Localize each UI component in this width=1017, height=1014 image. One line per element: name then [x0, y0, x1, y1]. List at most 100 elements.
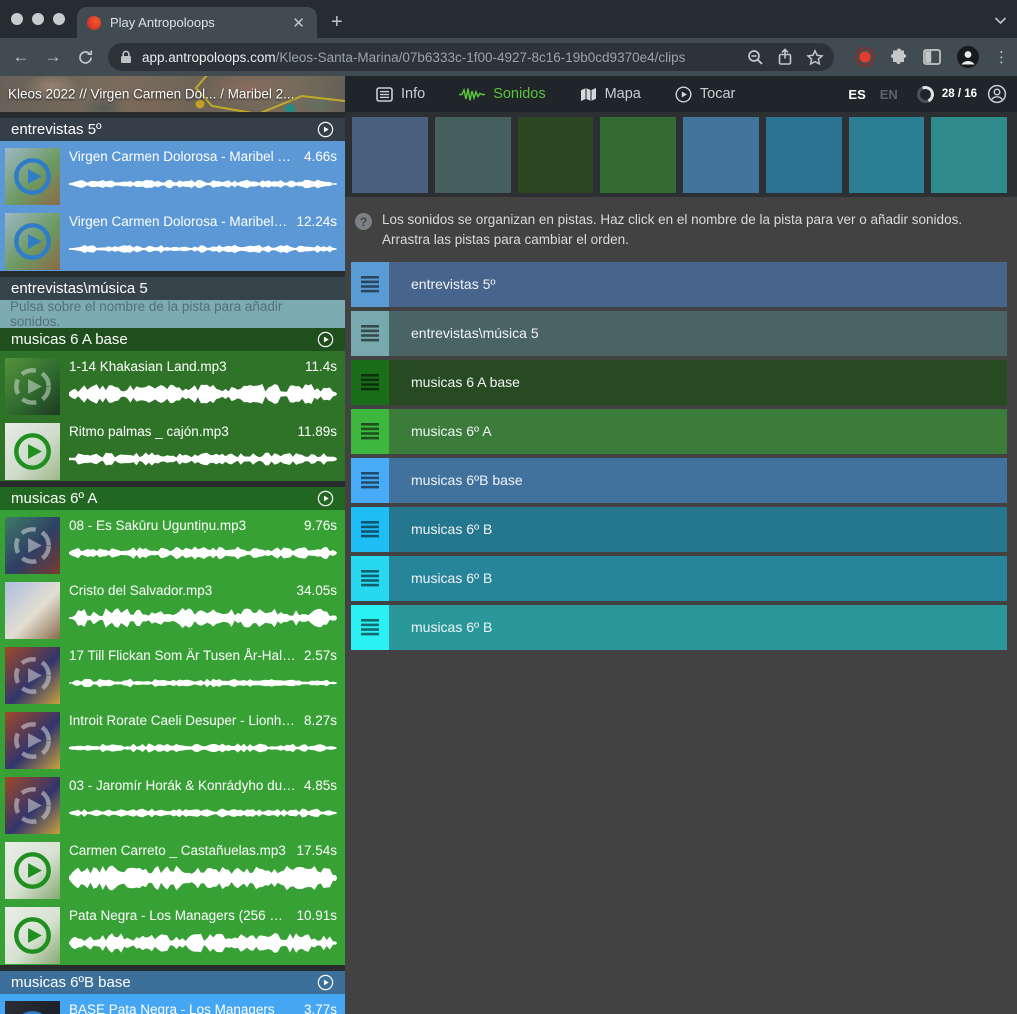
zoom-page-icon[interactable]: [747, 49, 764, 66]
clip[interactable]: 1-14 Khakasian Land.mp311.4s: [5, 357, 340, 416]
track-section-header[interactable]: musicas 6 A base: [0, 328, 345, 351]
track-row[interactable]: musicas 6º A: [351, 409, 1007, 454]
tab-info[interactable]: Info: [359, 76, 442, 112]
play-overlay-icon[interactable]: [5, 842, 60, 899]
track-section-title[interactable]: musicas 6 A base: [11, 331, 317, 348]
clip-thumbnail[interactable]: [5, 517, 60, 574]
clip[interactable]: 03 - Jaromír Horák & Konrádyho dudácká .…: [5, 776, 340, 835]
bookmark-star-icon[interactable]: [806, 49, 824, 66]
track-drag-handle[interactable]: [351, 360, 389, 405]
play-overlay-icon[interactable]: [5, 423, 60, 480]
clip-thumbnail[interactable]: [5, 213, 60, 270]
track-drag-handle[interactable]: [351, 409, 389, 454]
clip[interactable]: Cristo del Salvador.mp334.05s: [5, 581, 340, 640]
address-bar[interactable]: app.antropoloops.com/Kleos-Santa-Marina/…: [108, 43, 834, 71]
play-overlay-icon[interactable]: [5, 647, 60, 704]
new-tab-button[interactable]: +: [317, 12, 357, 38]
lang-es[interactable]: ES: [841, 87, 872, 102]
section-play-icon[interactable]: [317, 331, 334, 348]
tab-close-icon[interactable]: ✕: [290, 14, 307, 32]
play-overlay-icon[interactable]: [5, 517, 60, 574]
clip-thumbnail[interactable]: [5, 148, 60, 205]
track-section-title[interactable]: entrevistas 5º: [11, 121, 317, 138]
track-row-body[interactable]: musicas 6ºB base: [389, 458, 1007, 503]
track-section-title[interactable]: musicas 6º A: [11, 490, 317, 507]
browser-tab[interactable]: Play Antropoloops ✕: [77, 7, 317, 38]
clip-thumbnail[interactable]: [5, 842, 60, 899]
play-overlay-icon[interactable]: [5, 1001, 60, 1014]
minimize-window-button[interactable]: [32, 13, 44, 25]
track-row[interactable]: musicas 6º B: [351, 507, 1007, 552]
track-drag-handle[interactable]: [351, 311, 389, 356]
profile-avatar[interactable]: [956, 45, 980, 69]
clip-thumbnail[interactable]: [5, 423, 60, 480]
browser-menu-kebab-icon[interactable]: ⋮: [994, 48, 1009, 66]
track-section-title[interactable]: musicas 6ºB base: [11, 974, 317, 991]
clip-thumbnail[interactable]: [5, 777, 60, 834]
side-panel-icon[interactable]: [923, 49, 941, 65]
clip[interactable]: Introit Rorate Caeli Desuper - Lionheart…: [5, 711, 340, 770]
clip-thumbnail[interactable]: [5, 647, 60, 704]
forward-button[interactable]: →: [38, 42, 68, 72]
clip[interactable]: Ritmo palmas _ cajón.mp311.89s: [5, 422, 340, 481]
map-preview[interactable]: Kleos 2022 // Virgen Carmen Dol... / Mar…: [0, 76, 345, 112]
track-row-body[interactable]: musicas 6º B: [389, 605, 1007, 650]
play-overlay-icon[interactable]: [5, 358, 60, 415]
record-extension-icon[interactable]: [855, 47, 875, 67]
track-row[interactable]: musicas 6º B: [351, 556, 1007, 601]
section-play-icon[interactable]: [317, 974, 334, 991]
tab-tocar[interactable]: Tocar: [658, 76, 752, 112]
clip[interactable]: Virgen Carmen Dolorosa - Maribel 2.mp34.…: [5, 147, 340, 206]
clip-thumbnail[interactable]: [5, 1001, 60, 1014]
track-row-body[interactable]: musicas 6º B: [389, 507, 1007, 552]
track-drag-handle[interactable]: [351, 458, 389, 503]
back-button[interactable]: ←: [6, 42, 36, 72]
clip[interactable]: Carmen Carreto _ Castañuelas.mp317.54s: [5, 841, 340, 900]
track-section-header[interactable]: musicas 6ºB base: [0, 971, 345, 994]
track-row-body[interactable]: musicas 6º A: [389, 409, 1007, 454]
track-section-header[interactable]: musicas 6º A: [0, 487, 345, 510]
track-row-body[interactable]: musicas 6º B: [389, 556, 1007, 601]
track-section-title[interactable]: entrevistas\música 5: [11, 280, 334, 297]
clip-thumbnail[interactable]: [5, 358, 60, 415]
section-play-icon[interactable]: [317, 490, 334, 507]
clip-thumbnail[interactable]: [5, 582, 60, 639]
tab-search-chevron-icon[interactable]: [994, 12, 1007, 30]
track-section-header[interactable]: entrevistas\música 5: [0, 277, 345, 300]
play-overlay-icon[interactable]: [5, 907, 60, 964]
track-row[interactable]: entrevistas 5º: [351, 262, 1007, 307]
clip-thumbnail[interactable]: [5, 712, 60, 769]
extensions-puzzle-icon[interactable]: [890, 48, 908, 66]
track-row-body[interactable]: entrevistas\música 5: [389, 311, 1007, 356]
share-icon[interactable]: [777, 48, 793, 66]
account-icon[interactable]: [987, 84, 1007, 104]
section-play-icon[interactable]: [317, 121, 334, 138]
track-row[interactable]: musicas 6ºB base: [351, 458, 1007, 503]
track-row[interactable]: entrevistas\música 5: [351, 311, 1007, 356]
track-drag-handle[interactable]: [351, 507, 389, 552]
track-drag-handle[interactable]: [351, 262, 389, 307]
lang-en[interactable]: EN: [873, 87, 905, 102]
clip[interactable]: Virgen Carmen Dolorosa - Maribel 2.mp312…: [5, 212, 340, 271]
track-drag-handle[interactable]: [351, 556, 389, 601]
play-overlay-icon[interactable]: [5, 712, 60, 769]
tab-mapa[interactable]: Mapa: [563, 76, 658, 112]
clip[interactable]: Pata Negra - Los Managers (256 kbps).mp3…: [5, 906, 340, 965]
clip[interactable]: 17 Till Flickan Som Är Tusen År-Halling …: [5, 646, 340, 705]
clip[interactable]: BASE Pata Negra - Los Managers3.77s: [5, 1000, 340, 1014]
track-row-body[interactable]: musicas 6 A base: [389, 360, 1007, 405]
play-overlay-icon[interactable]: [5, 777, 60, 834]
clip[interactable]: 08 - Es Sakūru Uguntiņu.mp39.76s: [5, 516, 340, 575]
play-overlay-icon[interactable]: [5, 213, 60, 270]
reload-button[interactable]: [70, 42, 100, 72]
track-row[interactable]: musicas 6º B: [351, 605, 1007, 650]
track-row[interactable]: musicas 6 A base: [351, 360, 1007, 405]
clip-thumbnail[interactable]: [5, 907, 60, 964]
close-window-button[interactable]: [11, 13, 23, 25]
track-drag-handle[interactable]: [351, 605, 389, 650]
play-overlay-icon[interactable]: [5, 148, 60, 205]
tab-sonidos[interactable]: Sonidos: [442, 76, 562, 112]
track-section-header[interactable]: entrevistas 5º: [0, 118, 345, 141]
track-row-body[interactable]: entrevistas 5º: [389, 262, 1007, 307]
zoom-window-button[interactable]: [53, 13, 65, 25]
